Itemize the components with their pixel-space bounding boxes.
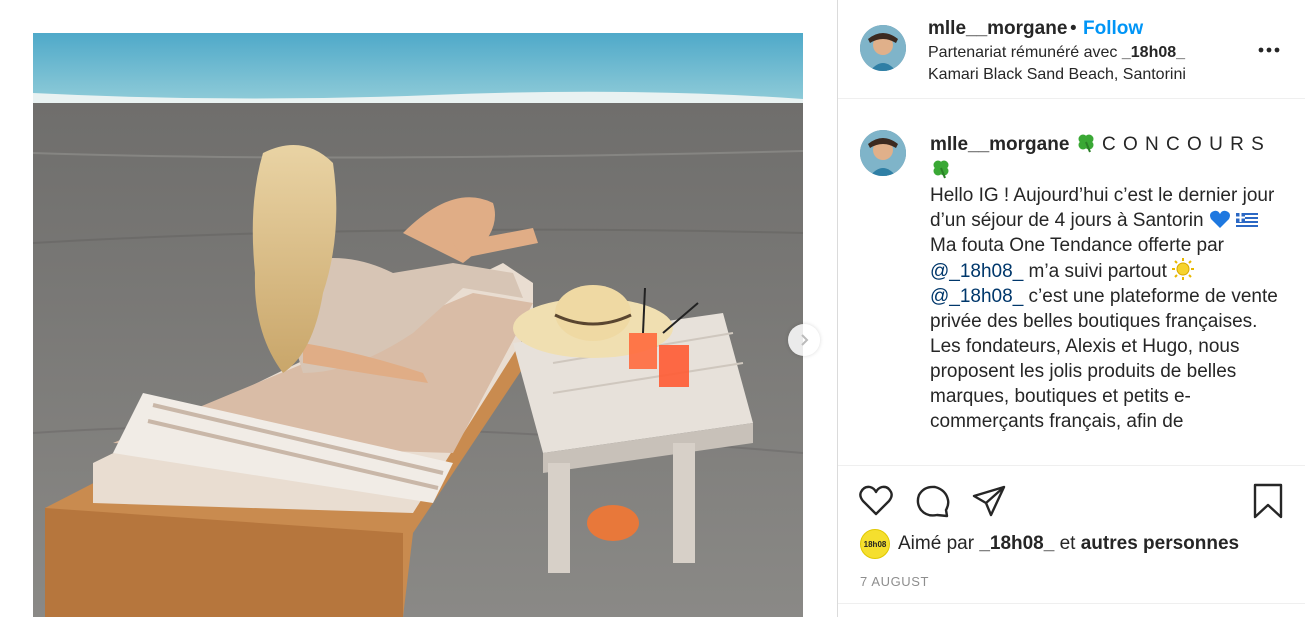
likes-summary: Aimé par _18h08_ et autres personnes — [898, 533, 1239, 555]
likes-others-link[interactable]: autres personnes — [1081, 533, 1239, 554]
chevron-right-icon — [801, 334, 809, 346]
caption-suivi-line: m’a suivi partout — [1028, 261, 1167, 282]
mention-link[interactable]: @_18h08_ — [930, 261, 1023, 282]
caption-avatar[interactable] — [860, 130, 906, 176]
actions-section: 18h08 Aimé par _18h08_ et autres personn… — [838, 465, 1305, 618]
more-options-button[interactable] — [1256, 40, 1282, 60]
location-link[interactable]: Kamari Black Sand Beach, Santorini — [928, 66, 1186, 84]
liker-username[interactable]: _18h08_ — [979, 533, 1054, 554]
caption-text: mlle__morgane C O N C O U R S Hello IG !… — [930, 131, 1285, 434]
section-divider — [838, 603, 1305, 604]
liked-middle: et — [1054, 533, 1081, 554]
mention-link[interactable]: @_18h08_ — [930, 286, 1023, 307]
post-author-username[interactable]: mlle__morgane — [928, 18, 1067, 40]
post-date[interactable]: 7 AUGUST — [860, 574, 929, 589]
comment-icon[interactable] — [915, 483, 951, 519]
clover-emoji-icon — [1078, 134, 1094, 153]
avatar-image — [860, 25, 906, 71]
caption-body: c’est une plateforme de vente privée des… — [930, 286, 1278, 432]
post-photo[interactable] — [33, 33, 803, 617]
beach-photo-illustration — [33, 33, 803, 617]
sun-emoji-icon — [1172, 258, 1195, 280]
next-image-button[interactable] — [788, 324, 820, 356]
liker-avatar[interactable]: 18h08 — [860, 529, 890, 559]
clover-emoji-icon — [933, 160, 949, 179]
heart-icon[interactable] — [858, 483, 894, 519]
bookmark-icon[interactable] — [1250, 483, 1286, 519]
liked-prefix: Aimé par — [898, 533, 980, 554]
separator-dot: • — [1070, 18, 1077, 39]
post-header: mlle__morgane • Follow Partenariat rémun… — [838, 0, 1305, 99]
partnership-prefix: Partenariat rémunéré avec — [928, 44, 1122, 61]
greece-flag-emoji-icon — [1236, 213, 1259, 229]
media-area — [0, 0, 837, 617]
post-sidebar: mlle__morgane • Follow Partenariat rémun… — [838, 0, 1305, 617]
avatar[interactable] — [860, 25, 906, 71]
caption-title: C O N C O U R S — [1101, 134, 1265, 155]
more-horizontal-icon — [1258, 47, 1280, 53]
partner-link[interactable]: _18h08_ — [1122, 44, 1185, 61]
caption-username[interactable]: mlle__morgane — [930, 134, 1069, 155]
share-icon[interactable] — [971, 483, 1007, 519]
caption-section: mlle__morgane C O N C O U R S Hello IG !… — [838, 99, 1305, 465]
follow-button[interactable]: Follow — [1083, 18, 1143, 40]
caption-fouta-line: Ma fouta One Tendance offerte par — [930, 235, 1224, 256]
avatar-image — [860, 130, 906, 176]
paid-partnership-label: Partenariat rémunéré avec _18h08_ — [928, 44, 1185, 62]
blue-heart-emoji-icon — [1209, 210, 1230, 228]
